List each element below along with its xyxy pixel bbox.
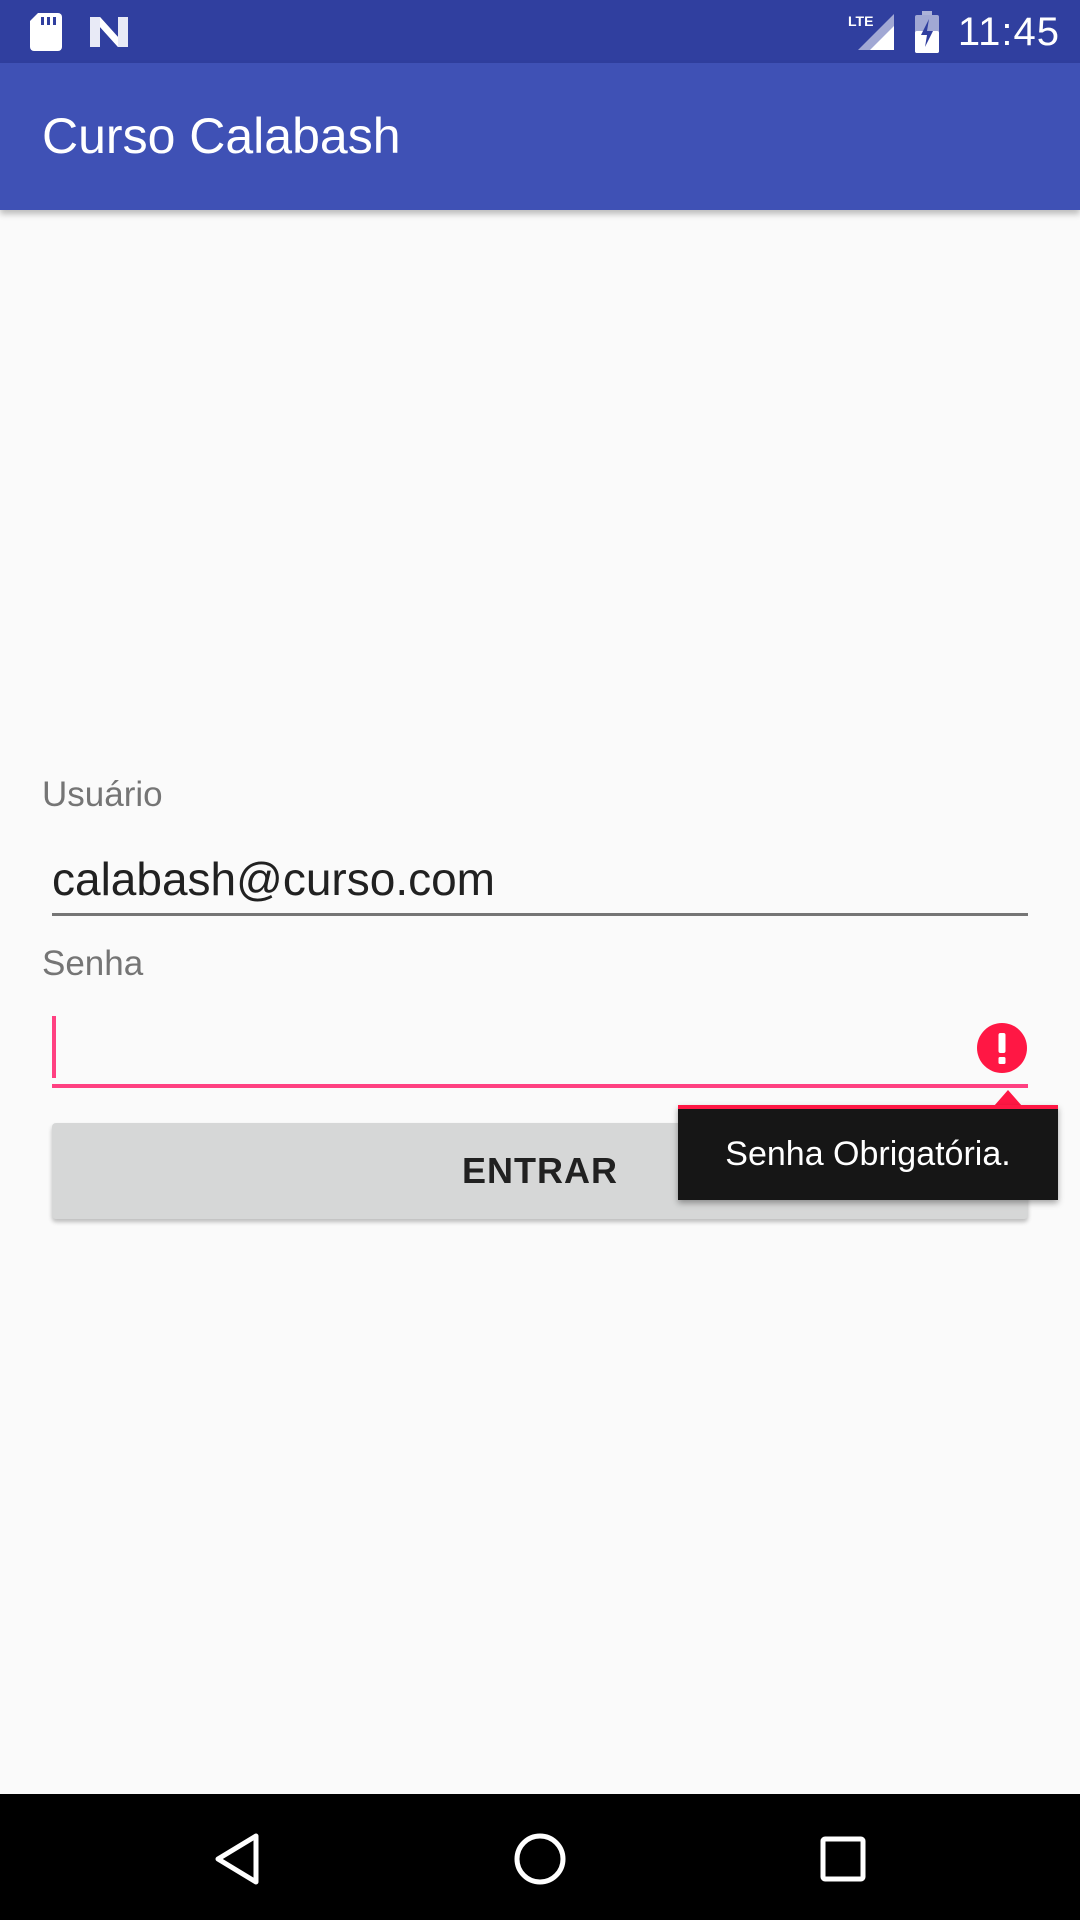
lte-label: LTE xyxy=(848,13,873,29)
password-label: Senha xyxy=(42,944,144,983)
error-popup: Senha Obrigatória. xyxy=(678,1105,1058,1200)
entrar-button-label: ENTRAR xyxy=(462,1150,618,1191)
navigation-bar xyxy=(0,1794,1080,1920)
app-title: Curso Calabash xyxy=(42,108,401,164)
lte-signal-icon: LTE xyxy=(846,12,896,52)
error-icon[interactable] xyxy=(976,1022,1028,1074)
recents-icon[interactable] xyxy=(808,1824,878,1894)
username-field[interactable]: calabash@curso.com xyxy=(52,848,1028,916)
error-popup-arrow xyxy=(994,1090,1022,1106)
n-logo-icon xyxy=(88,15,130,49)
error-message: Senha Obrigatória. xyxy=(725,1135,1011,1173)
home-icon[interactable] xyxy=(505,1824,575,1894)
password-field[interactable] xyxy=(52,1012,1028,1088)
app-bar: Curso Calabash xyxy=(0,63,1080,210)
sd-card-icon xyxy=(30,13,62,51)
username-label: Usuário xyxy=(42,775,163,814)
status-bar: LTE 11:45 xyxy=(0,0,1080,63)
username-value: calabash@curso.com xyxy=(52,853,495,905)
battery-charging-icon xyxy=(914,11,940,53)
back-icon[interactable] xyxy=(202,1824,272,1894)
status-time: 11:45 xyxy=(957,9,1060,54)
text-cursor xyxy=(52,1016,56,1078)
